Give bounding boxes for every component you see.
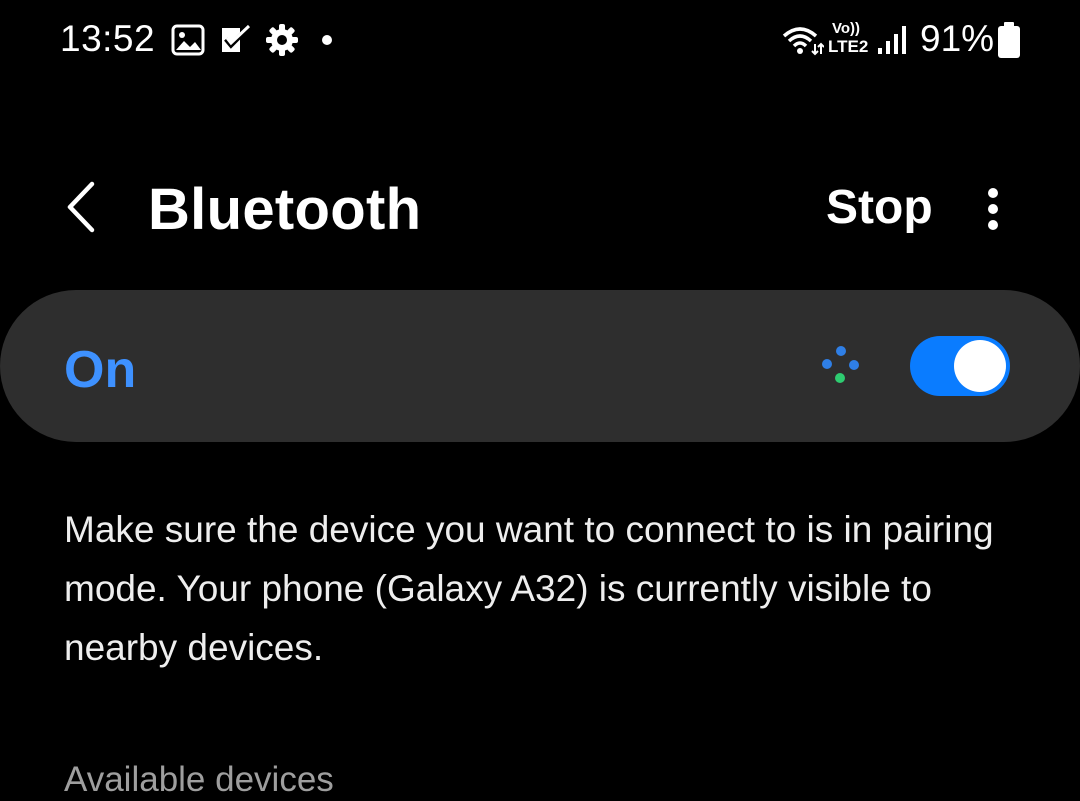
bluetooth-master-switch-card[interactable]: On (0, 290, 1080, 442)
battery-icon (996, 22, 1022, 58)
wifi-icon (780, 22, 825, 58)
chevron-left-icon (67, 181, 95, 233)
lte-label: LTE2 (828, 37, 869, 56)
status-bar: 13:52 Vo)) LTE2 91% (0, 0, 1080, 80)
pairing-description: Make sure the device you want to connect… (64, 509, 994, 668)
task-check-icon (218, 22, 254, 58)
bluetooth-state-label: On (64, 341, 137, 399)
volte-icon: Vo)) LTE2 (828, 20, 872, 60)
volte-label: Vo)) (832, 20, 861, 37)
available-devices-header: Available devices (64, 760, 334, 799)
gallery-icon (170, 22, 206, 58)
more-options-button[interactable] (974, 180, 1014, 240)
battery-percent: 91% (920, 18, 995, 59)
page-title: Bluetooth (148, 177, 422, 242)
status-time: 13:52 (60, 18, 156, 59)
toggle-knob (954, 340, 1006, 392)
settings-gear-icon (264, 22, 300, 58)
more-notifications-dot-icon (322, 35, 332, 45)
stop-button[interactable]: Stop (826, 180, 933, 235)
bluetooth-toggle-switch[interactable] (910, 336, 1010, 396)
scanning-dots-icon (818, 342, 864, 388)
back-button[interactable] (56, 170, 116, 246)
signal-icon (876, 22, 908, 58)
more-vertical-icon (974, 180, 1014, 240)
